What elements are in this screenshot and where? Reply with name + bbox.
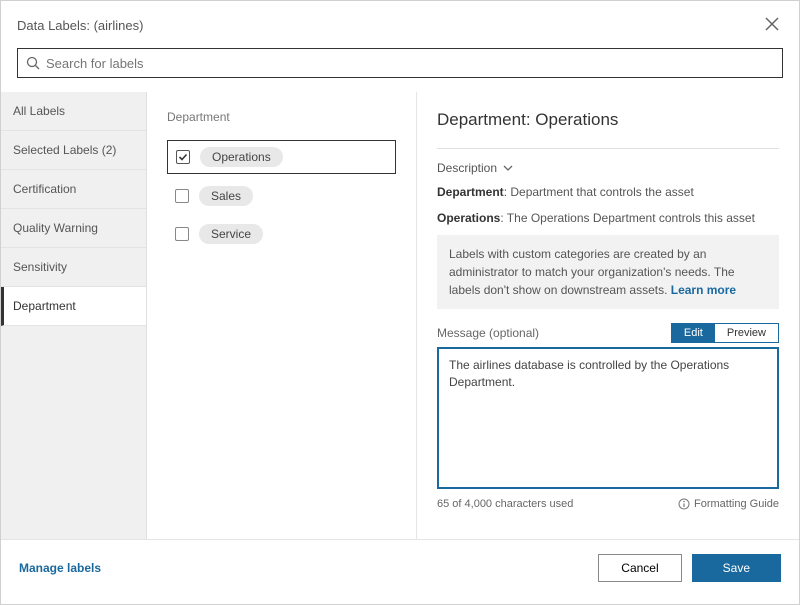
edit-tab[interactable]: Edit <box>672 324 715 342</box>
checkbox-service[interactable] <box>175 227 189 241</box>
detail-column: Department: Operations Description Depar… <box>417 92 799 539</box>
close-icon[interactable] <box>761 13 783 38</box>
preview-tab[interactable]: Preview <box>715 324 778 342</box>
save-button[interactable]: Save <box>692 554 781 582</box>
label-pill: Sales <box>199 186 253 206</box>
description-department: Department: Department that controls the… <box>437 183 779 201</box>
button-group: Cancel Save <box>598 554 781 582</box>
learn-more-link[interactable]: Learn more <box>671 283 736 297</box>
sidebar-item-label: Selected Labels (2) <box>13 143 116 157</box>
sidebar-item-quality-warning[interactable]: Quality Warning <box>1 209 146 248</box>
formatting-guide-label: Formatting Guide <box>694 498 779 510</box>
sidebar-item-sensitivity[interactable]: Sensitivity <box>1 248 146 287</box>
sidebar: All Labels Selected Labels (2) Certifica… <box>1 92 147 539</box>
formatting-guide-link[interactable]: Formatting Guide <box>678 498 779 510</box>
sidebar-item-selected-labels[interactable]: Selected Labels (2) <box>1 131 146 170</box>
sidebar-item-certification[interactable]: Certification <box>1 170 146 209</box>
cancel-button[interactable]: Cancel <box>598 554 681 582</box>
dialog-header: Data Labels: (airlines) <box>1 1 799 48</box>
search-input[interactable] <box>46 56 774 71</box>
sidebar-item-department[interactable]: Department <box>1 287 146 326</box>
detail-title: Department: Operations <box>437 110 779 130</box>
description-operations: Operations: The Operations Department co… <box>437 209 779 227</box>
search-box[interactable] <box>17 48 783 78</box>
label-row-service[interactable]: Service <box>167 218 396 250</box>
message-header: Message (optional) Edit Preview <box>437 323 779 343</box>
char-count: 65 of 4,000 characters used <box>437 498 573 510</box>
message-textarea[interactable] <box>437 347 779 489</box>
label-pill: Service <box>199 224 263 244</box>
info-icon <box>678 498 690 510</box>
sidebar-item-label: All Labels <box>13 104 65 118</box>
chevron-down-icon <box>503 163 513 173</box>
message-footer: 65 of 4,000 characters used Formatting G… <box>437 498 779 510</box>
edit-preview-toggle: Edit Preview <box>671 323 779 343</box>
sidebar-item-label: Department <box>13 299 76 313</box>
check-icon <box>178 152 188 162</box>
search-container <box>1 48 799 92</box>
dialog-title: Data Labels: (airlines) <box>17 18 143 33</box>
label-row-sales[interactable]: Sales <box>167 180 396 212</box>
checkbox-sales[interactable] <box>175 189 189 203</box>
search-icon <box>26 56 40 70</box>
sidebar-item-label: Quality Warning <box>13 221 98 235</box>
label-pill: Operations <box>200 147 283 167</box>
info-banner: Labels with custom categories are create… <box>437 235 779 309</box>
dialog-footer: Manage labels Cancel Save <box>1 539 799 596</box>
label-row-operations[interactable]: Operations <box>167 140 396 174</box>
sidebar-item-label: Sensitivity <box>13 260 67 274</box>
labels-column: Department Operations Sales Service <box>147 92 417 539</box>
content-area: All Labels Selected Labels (2) Certifica… <box>1 92 799 539</box>
message-label: Message (optional) <box>437 326 539 340</box>
sidebar-item-all-labels[interactable]: All Labels <box>1 92 146 131</box>
sidebar-item-label: Certification <box>13 182 76 196</box>
divider <box>437 148 779 149</box>
description-toggle-label: Description <box>437 161 497 175</box>
description-toggle[interactable]: Description <box>437 161 779 175</box>
manage-labels-link[interactable]: Manage labels <box>19 561 101 575</box>
labels-heading: Department <box>167 110 396 124</box>
checkbox-operations[interactable] <box>176 150 190 164</box>
